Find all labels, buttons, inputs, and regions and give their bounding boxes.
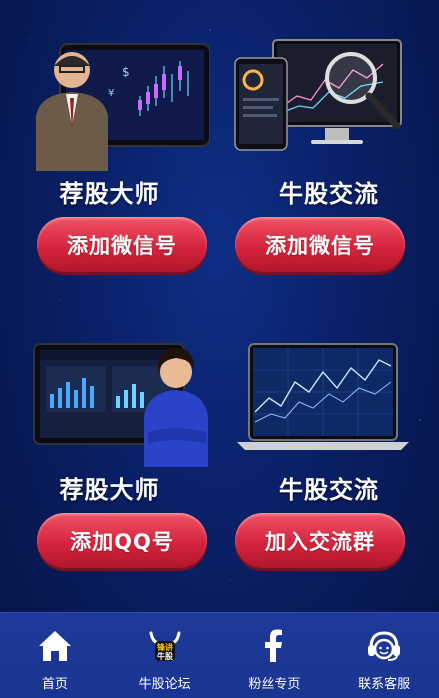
laptop-chart-image [237, 343, 409, 450]
home-icon [38, 631, 71, 661]
bottom-nav: 首页 锋讲 牛股 牛股论坛 粉丝专页 联系客服 [0, 612, 439, 698]
add-wechat-button[interactable]: 添加微信号 [235, 217, 405, 272]
card-title: 牛股交流 [279, 180, 379, 208]
promo-grid: $ ¥ 荐股大师 添加微信号 牛股交流 添加微信号 荐股大师 添加QQ号 牛股交… [0, 0, 439, 612]
nav-item-support[interactable]: 联系客服 [329, 613, 439, 698]
facebook-icon [265, 629, 283, 662]
nav-label: 联系客服 [358, 676, 411, 691]
promo-card-exchange-wechat: 牛股交流 添加微信号 [219, 16, 439, 312]
card-title: 牛股交流 [279, 476, 379, 504]
analyst-dashboard-image [33, 343, 208, 467]
svg-text:¥: ¥ [108, 88, 114, 99]
add-wechat-button[interactable]: 添加微信号 [37, 217, 207, 272]
join-group-button[interactable]: 加入交流群 [235, 513, 405, 568]
promo-card-master-wechat: $ ¥ 荐股大师 添加微信号 [0, 16, 219, 312]
svg-text:牛股: 牛股 [157, 651, 173, 661]
promo-card-exchange-group: 牛股交流 加入交流群 [219, 312, 439, 608]
analyst-tablet-image: $ ¥ [36, 43, 210, 171]
nav-label: 首页 [41, 676, 68, 691]
nav-item-forum[interactable]: 锋讲 牛股 牛股论坛 [110, 613, 220, 698]
svg-text:$: $ [122, 65, 130, 79]
monitor-magnifier-image [234, 39, 402, 151]
nav-item-fanpage[interactable]: 粉丝专页 [220, 613, 330, 698]
add-qq-button[interactable]: 添加QQ号 [37, 513, 207, 568]
card-title: 荐股大师 [59, 180, 160, 208]
nav-item-home[interactable]: 首页 [0, 613, 110, 698]
card-title: 荐股大师 [59, 476, 160, 504]
svg-text:锋讲: 锋讲 [157, 642, 173, 652]
bull-logo-icon: 锋讲 牛股 [149, 631, 181, 661]
headset-icon [368, 631, 401, 661]
nav-label: 牛股论坛 [138, 676, 191, 691]
promo-card-master-qq: 荐股大师 添加QQ号 [0, 312, 219, 608]
nav-label: 粉丝专页 [248, 676, 301, 691]
